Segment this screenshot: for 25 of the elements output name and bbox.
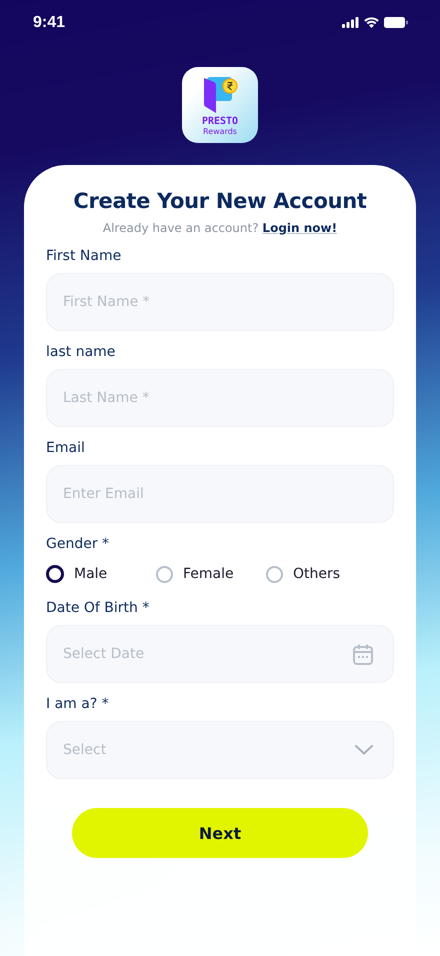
radio-button[interactable] — [156, 566, 173, 582]
field-label: last name — [46, 343, 116, 361]
field-label: Date Of Birth * — [46, 599, 150, 617]
login-prompt: Already have an account? — [102, 221, 259, 235]
radio-button[interactable] — [266, 566, 283, 582]
signal-icon — [342, 17, 359, 28]
field-label: Email — [46, 439, 86, 457]
calendar-icon — [353, 644, 373, 664]
logo-subtitle: Rewards — [203, 127, 237, 137]
battery-icon — [384, 17, 408, 28]
wallet-coin-icon — [202, 76, 238, 114]
radio-label[interactable]: Others — [293, 566, 340, 582]
wifi-icon — [364, 17, 379, 28]
radio-label[interactable]: Male — [74, 566, 108, 582]
field-label: First Name — [46, 247, 122, 265]
radio-button[interactable] — [46, 565, 64, 583]
login-link[interactable]: Login now! — [262, 221, 338, 235]
logo-brand: PRESTO — [202, 116, 238, 127]
field-label: I am a? * — [46, 695, 110, 713]
field-label: Gender * — [46, 535, 110, 553]
radio-label[interactable]: Female — [183, 566, 234, 582]
page-title: Create Your New Account — [72, 189, 368, 213]
chevron-down-icon — [355, 745, 373, 755]
status-time: 9:41 — [33, 14, 66, 32]
next-button[interactable]: Next — [72, 808, 368, 858]
